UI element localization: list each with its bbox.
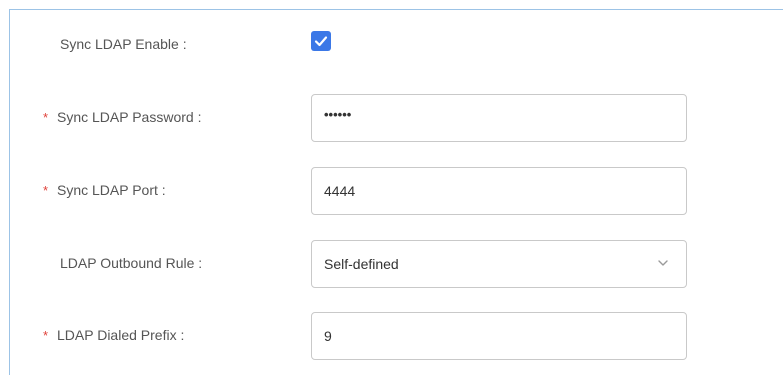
ldap-outbound-rule-label: LDAP Outbound Rule : xyxy=(60,255,203,271)
ldap-dialed-prefix-label: LDAP Dialed Prefix : xyxy=(57,327,185,343)
sync-ldap-port-label: Sync LDAP Port : xyxy=(57,182,166,198)
checkmark-icon xyxy=(314,36,328,47)
port-value: 4444 xyxy=(324,183,356,199)
sync-ldap-enable-label: Sync LDAP Enable : xyxy=(60,36,187,52)
dialed-prefix-value: 9 xyxy=(324,328,332,344)
sync-ldap-password-label: Sync LDAP Password : xyxy=(57,109,202,125)
sync-ldap-port-field[interactable]: 4444 xyxy=(311,167,687,215)
required-mark: * xyxy=(43,328,49,343)
outbound-rule-selected: Self-defined xyxy=(324,256,399,272)
required-mark: * xyxy=(43,183,49,198)
sync-ldap-password-field[interactable]: •••••• xyxy=(311,94,687,142)
sync-ldap-enable-checkbox[interactable] xyxy=(311,31,331,51)
required-mark: * xyxy=(43,110,49,125)
ldap-dialed-prefix-field[interactable]: 9 xyxy=(311,312,687,360)
chevron-down-icon xyxy=(658,260,668,266)
ldap-outbound-rule-select[interactable]: Self-defined xyxy=(311,240,687,288)
password-value: •••••• xyxy=(324,107,352,122)
